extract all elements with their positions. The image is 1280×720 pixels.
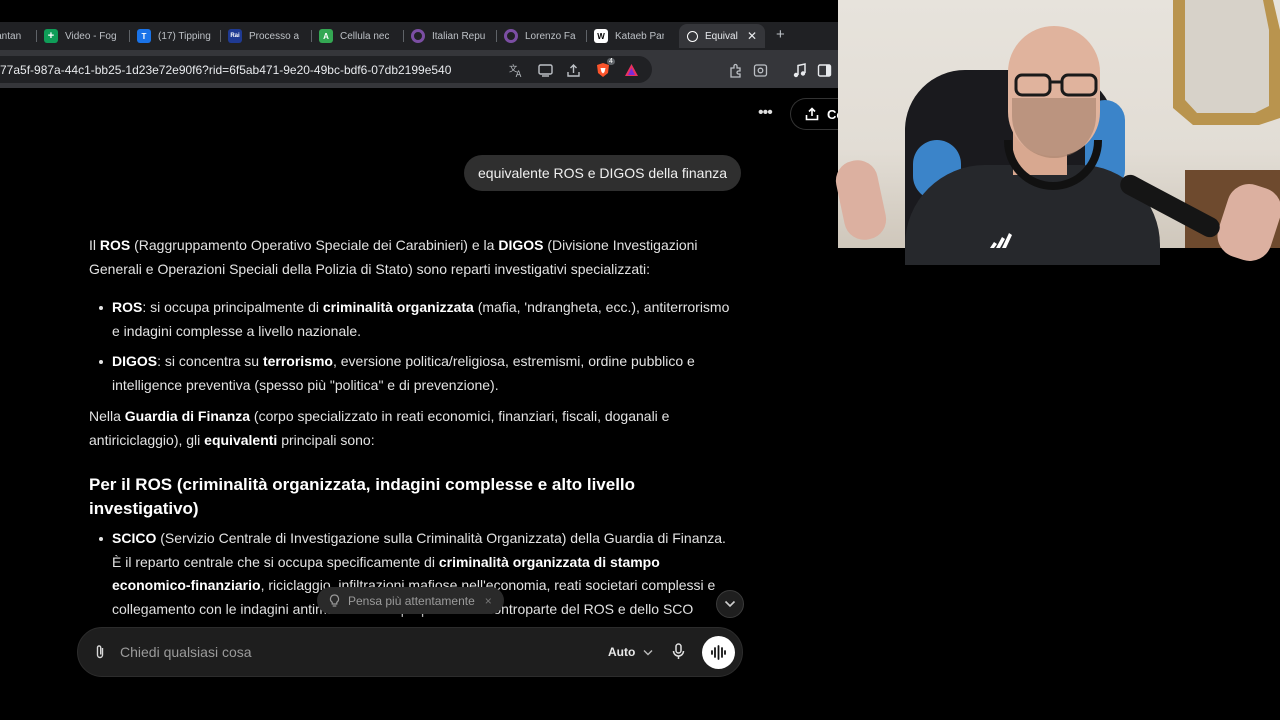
- tab-strip: Fantan + Video - Fog T (17) Tipping Rai Proces…: [0, 22, 838, 50]
- tab-separator: [403, 30, 404, 42]
- share-page-icon[interactable]: [565, 62, 581, 78]
- lightbulb-icon: [329, 594, 340, 607]
- tab-label: Italian Repu: [432, 30, 486, 42]
- user-message: equivalente ROS e DIGOS della finanza: [464, 155, 742, 191]
- url-field[interactable]: 77a5f-987a-44c1-bb25-1d23e72e90f6?rid=6f…: [0, 56, 652, 83]
- wiki-purple-icon: [504, 29, 518, 43]
- tab-separator: [36, 30, 37, 42]
- brave-shields-count: 4: [607, 58, 615, 65]
- tab-0[interactable]: Fantan: [0, 24, 24, 48]
- tab-separator: [586, 30, 587, 42]
- think-harder-chip[interactable]: Pensa più attentamente ×: [317, 587, 504, 614]
- tab-label: Equival: [705, 30, 738, 42]
- answer-gdf-paragraph: Nella Guardia di Finanza (corpo speciali…: [89, 408, 670, 448]
- upload-icon: [805, 107, 819, 121]
- media-control-icon[interactable]: [791, 62, 807, 78]
- tab-separator: [496, 30, 497, 42]
- message-composer: Chiedi qualsiasi cosa Auto: [77, 627, 743, 677]
- extensions-icon[interactable]: [727, 62, 743, 78]
- model-selector[interactable]: Auto: [608, 645, 653, 659]
- tab-5[interactable]: Italian Repu: [411, 24, 489, 48]
- tab-label: Kataeb Part: [615, 30, 664, 42]
- think-harder-label: Pensa più attentamente: [348, 593, 475, 608]
- address-bar-row: 77a5f-987a-44c1-bb25-1d23e72e90f6?rid=6f…: [0, 50, 838, 88]
- tab-label: Cellula nec: [340, 30, 390, 42]
- attach-icon[interactable]: [94, 644, 106, 665]
- section-heading: Per il ROS (criminalità organizzata, ind…: [89, 475, 636, 518]
- message-input[interactable]: Chiedi qualsiasi cosa: [120, 644, 252, 660]
- more-options-icon[interactable]: •••: [758, 104, 773, 122]
- model-label: Auto: [608, 645, 636, 659]
- tab-3[interactable]: Rai Processo a: [228, 24, 304, 48]
- rai-icon: Rai: [228, 29, 242, 43]
- sidebar-toggle-icon[interactable]: [816, 62, 832, 78]
- voice-waveform-icon: [711, 645, 726, 660]
- screenshot-icon[interactable]: [752, 62, 768, 78]
- tab-4[interactable]: A Cellula nec: [319, 24, 395, 48]
- close-tab-icon[interactable]: ✕: [747, 29, 757, 43]
- tab-label: (17) Tipping: [158, 30, 211, 42]
- tab-separator: [220, 30, 221, 42]
- chip-close-icon[interactable]: ×: [485, 594, 492, 608]
- translate-icon[interactable]: 文A: [508, 62, 524, 78]
- tab-label: Fantan: [0, 30, 22, 42]
- chatgpt-icon: [687, 30, 698, 42]
- chevron-down-icon: [724, 600, 736, 608]
- sheets-icon: +: [44, 29, 58, 43]
- a-icon: A: [319, 29, 333, 43]
- tab-label: Lorenzo Fa: [525, 30, 576, 42]
- tab-label: Video - Fog: [65, 30, 117, 42]
- microphone-icon[interactable]: [672, 643, 685, 665]
- tab-separator: [311, 30, 312, 42]
- tab-7[interactable]: W Kataeb Part: [594, 24, 664, 48]
- cast-icon[interactable]: [537, 62, 553, 78]
- webcam-glasses: [1014, 73, 1098, 97]
- scroll-to-bottom-button[interactable]: [716, 590, 744, 618]
- tab-label: Processo a: [249, 30, 300, 42]
- url-text: 77a5f-987a-44c1-bb25-1d23e72e90f6?rid=6f…: [0, 63, 452, 77]
- new-tab-button[interactable]: +: [776, 26, 785, 43]
- tab-6[interactable]: Lorenzo Fa: [504, 24, 578, 48]
- adidas-logo: [990, 233, 1012, 248]
- tab-1[interactable]: + Video - Fog: [44, 24, 122, 48]
- wall-mirror-image: [1173, 0, 1280, 125]
- svg-text:A: A: [515, 69, 521, 78]
- list-item: ROS: si occupa principalmente di crimina…: [89, 296, 739, 343]
- chevron-down-icon: [643, 649, 653, 655]
- tab-2[interactable]: T (17) Tipping: [137, 24, 213, 48]
- tipping-icon: T: [137, 29, 151, 43]
- wikipedia-icon: W: [594, 29, 608, 43]
- answer-bullet-list: ROS: si occupa principalmente di crimina…: [89, 296, 739, 397]
- list-item: DIGOS: si concentra su terrorismo, evers…: [89, 350, 739, 397]
- voice-mode-button[interactable]: [702, 636, 735, 669]
- brave-rewards-icon[interactable]: [623, 62, 639, 78]
- wiki-purple-icon: [411, 29, 425, 43]
- tab-separator: [129, 30, 130, 42]
- answer-intro: Il ROS (Raggruppamento Operativo Special…: [89, 237, 698, 277]
- tab-8[interactable]: Equival ✕: [679, 24, 765, 48]
